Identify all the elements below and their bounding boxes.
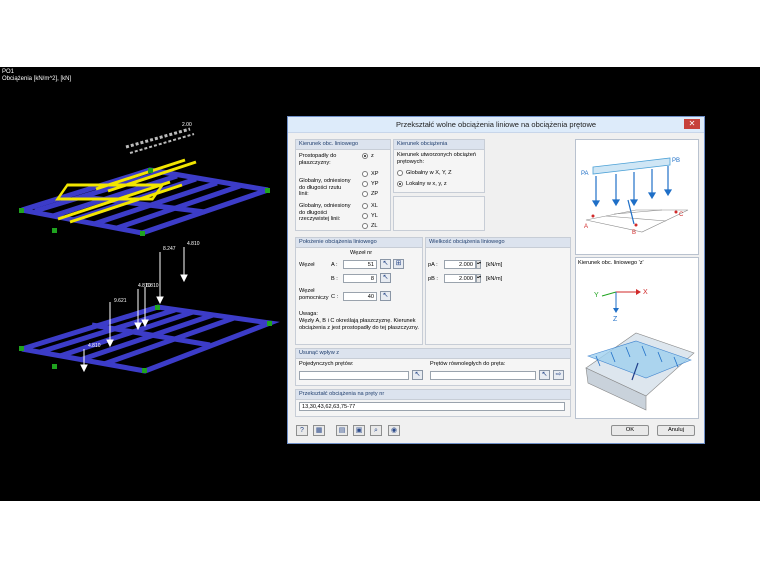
- node-no-header: Węzeł nr: [350, 250, 373, 256]
- group-title: Położenie obciążenia liniowego: [296, 238, 422, 248]
- remove-influence-group: Usunąć wpływ z Pojedynczych prętów: ↖ Pr…: [295, 348, 571, 386]
- line-load-magnitude-group: Wielkość obciążenia liniowego pA : 2.000…: [425, 237, 571, 345]
- single-members-input[interactable]: [299, 371, 409, 380]
- label-pa: PA: [581, 171, 589, 177]
- dialog-title: Przekształć wolne obciążenia liniowe na …: [395, 120, 597, 129]
- axis-y-label: Y: [594, 292, 599, 299]
- structure-model: 2.00 8.247 4.810 9.621 4.810 6.810 4.810: [19, 122, 280, 374]
- clear-parallel-button[interactable]: ⇨: [553, 370, 564, 380]
- empty-group: [393, 196, 485, 231]
- node-c-input[interactable]: 40: [343, 292, 377, 301]
- axis-z-label: Z: [613, 316, 618, 323]
- radio-xp[interactable]: [362, 171, 368, 177]
- load-label-6: 6.810: [146, 283, 159, 289]
- radio-global-label: Globalny w X, Y, Z: [406, 170, 452, 176]
- direction-diagram-svg: X Y Z: [585, 289, 695, 411]
- load-direction-group: Kierunek obciążenia Kierunek utworzonych…: [393, 139, 485, 193]
- pa-label: pA :: [428, 262, 438, 268]
- direction-diagram: Kierunek obc. liniowego 'z' X Y Z: [575, 257, 699, 419]
- radio-yp[interactable]: [362, 181, 368, 187]
- member-list-input[interactable]: 13,30,43,62,63,75-77: [299, 402, 565, 411]
- node-label: Węzeł: [299, 262, 315, 268]
- perpendicular-label: Prostopadły do płaszczyzny:: [299, 153, 337, 166]
- view-button[interactable]: ◉: [388, 425, 400, 436]
- radio-local-xyz[interactable]: [397, 181, 403, 187]
- load-direction-desc: Kierunek utworzonych obciążeń prętowych:: [397, 152, 476, 165]
- node-b-label: B :: [331, 276, 338, 282]
- node-a-input[interactable]: 51: [343, 260, 377, 269]
- global-projected-label: Globalny, odniesiony do długości rzutu l…: [299, 178, 351, 197]
- radio-local-label: Lokalny w x, y, z: [406, 181, 447, 187]
- group-title: Kierunek obciążenia: [394, 140, 484, 150]
- axis-x-label: X: [643, 289, 648, 296]
- note-text: Węzły A, B i C określają płaszczyznę. Ki…: [299, 318, 419, 331]
- radio-zp[interactable]: [362, 191, 368, 197]
- radio-yl-label: YL: [371, 213, 378, 219]
- lower-frame: [21, 304, 280, 374]
- pick-multiple-button[interactable]: ⊞: [393, 259, 404, 269]
- help-button[interactable]: ?: [296, 425, 308, 436]
- group-title: Przekształć obciążenia na pręty nr: [296, 390, 570, 400]
- convert-members-group: Przekształć obciążenia na pręty nr 13,30…: [295, 389, 571, 417]
- pa-unit: [kN/m]: [486, 262, 503, 268]
- save-button[interactable]: ▣: [353, 425, 365, 436]
- zoom-button[interactable]: ⌕: [370, 425, 382, 436]
- dialog-titlebar[interactable]: Przekształć wolne obciążenia liniowe na …: [288, 117, 704, 133]
- radio-yl[interactable]: [362, 213, 368, 219]
- pick-parallel-members-button[interactable]: ↖: [539, 370, 550, 380]
- radio-global-xyz[interactable]: [397, 170, 403, 176]
- convert-loads-dialog: Przekształć wolne obciążenia liniowe na …: [287, 116, 705, 444]
- group-title: Wielkość obciążenia liniowego: [426, 238, 570, 248]
- radio-xl[interactable]: [362, 203, 368, 209]
- load-label-2: 8.247: [163, 246, 176, 252]
- label-a: A: [584, 224, 588, 230]
- radio-xl-label: XL: [371, 203, 378, 209]
- parallel-members-input[interactable]: [430, 371, 536, 380]
- node-b-input[interactable]: 8: [343, 274, 377, 283]
- radio-xp-label: XP: [371, 171, 379, 177]
- group-title: Usunąć wpływ z: [296, 349, 570, 359]
- pb-input[interactable]: 2.000: [444, 274, 476, 283]
- close-button[interactable]: ✕: [684, 119, 700, 129]
- parallel-members-label: Prętów równoległych do pręta:: [430, 361, 506, 367]
- pa-input[interactable]: 2.000: [444, 260, 476, 269]
- radio-zl-label: ZL: [371, 223, 378, 229]
- pb-label: pB :: [428, 276, 438, 282]
- label-c: C: [679, 212, 684, 218]
- ok-button[interactable]: OK: [611, 425, 649, 436]
- group-title: Kierunek obc. liniowego: [296, 140, 390, 150]
- load-label-1: 2.00: [182, 122, 192, 128]
- radio-zp-label: ZP: [371, 191, 379, 197]
- pick-node-b-button[interactable]: ↖: [380, 273, 391, 283]
- pick-node-c-button[interactable]: ↖: [380, 291, 391, 301]
- line-load-position-group: Położenie obciążenia liniowego Węzeł nr …: [295, 237, 423, 345]
- node-a-label: A :: [331, 262, 338, 268]
- pa-spinner[interactable]: ▴▾: [476, 260, 481, 269]
- load-label-4: 9.621: [114, 298, 127, 304]
- open-button[interactable]: ▤: [336, 425, 348, 436]
- label-pb: PB: [672, 158, 680, 164]
- aux-node-label: Węzeł pomocniczy: [299, 288, 329, 301]
- label-b: B: [632, 230, 636, 236]
- line-load-direction-group: Kierunek obc. liniowego Prostopadły do p…: [295, 139, 391, 231]
- global-true-label: Globalny, odniesiony do długości rzeczyw…: [299, 203, 351, 222]
- node-c-label: C :: [331, 294, 339, 300]
- pb-spinner[interactable]: ▴▾: [476, 274, 481, 283]
- load-label-3: 4.810: [187, 241, 200, 247]
- radio-yp-label: YP: [371, 181, 379, 187]
- load-diagram: PA PB A B C: [575, 139, 699, 255]
- pick-node-a-button[interactable]: ↖: [380, 259, 391, 269]
- radio-z[interactable]: [362, 153, 368, 159]
- load-label-7: 4.810: [88, 343, 101, 349]
- pick-single-members-button[interactable]: ↖: [412, 370, 423, 380]
- load-diagram-svg: PA PB A B C: [581, 157, 689, 236]
- cancel-button[interactable]: Anuluj: [657, 425, 695, 436]
- radio-zl[interactable]: [362, 223, 368, 229]
- pb-unit: [kN/m]: [486, 276, 503, 282]
- note-title: Uwaga:: [299, 311, 318, 317]
- radio-z-label: z: [371, 153, 374, 159]
- single-members-label: Pojedynczych prętów:: [299, 361, 354, 367]
- units-button[interactable]: ▦: [313, 425, 325, 436]
